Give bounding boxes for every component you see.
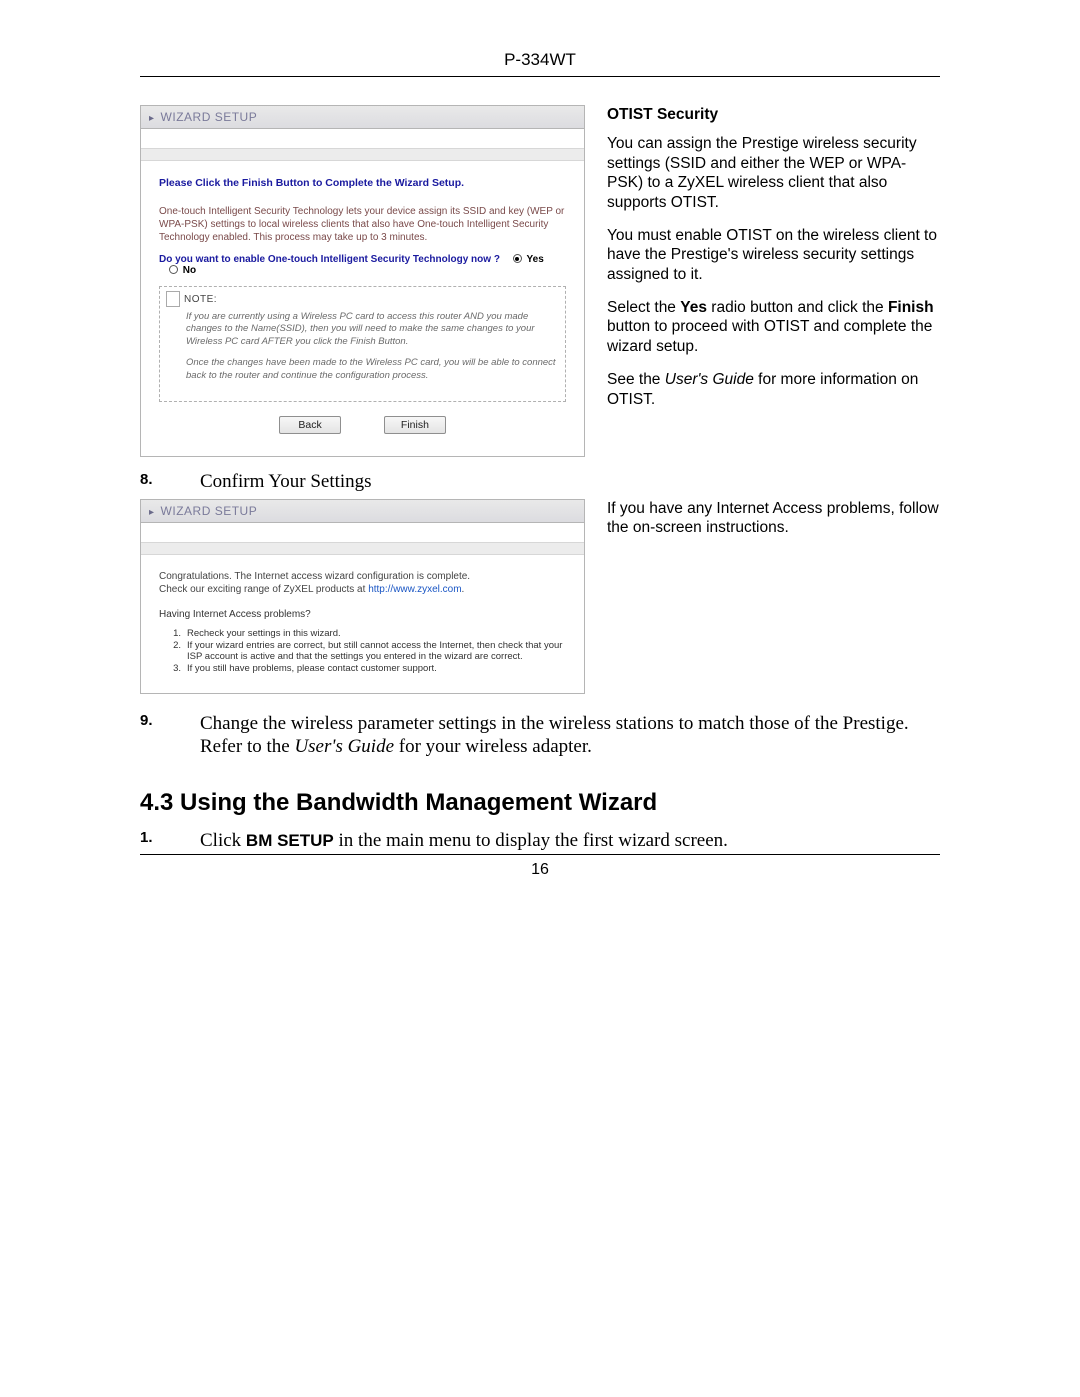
otist-p2: You must enable OTIST on the wireless cl… (607, 226, 940, 284)
wizard1-subbar (141, 129, 584, 149)
step9-ital: User's Guide (294, 736, 394, 757)
step-8-number: 8. (140, 471, 200, 493)
note-icon (166, 291, 180, 307)
wizard1-desc: One-touch Intelligent Security Technolog… (159, 205, 566, 244)
wizard2-line2-pre: Check our exciting range of ZyXEL produc… (159, 584, 368, 595)
note-text-1: If you are currently using a Wireless PC… (186, 311, 557, 349)
caret-icon: ▸ (149, 507, 155, 518)
note-label: NOTE: (184, 293, 557, 307)
wizard1-title: WIZARD SETUP (161, 110, 258, 124)
section-4-3-heading: 4.3 Using the Bandwidth Management Wizar… (140, 789, 940, 817)
s431-bold: BM SETUP (246, 831, 334, 850)
step-4-3-1: 1. Click BM SETUP in the main menu to di… (140, 829, 940, 853)
s431-pre: Click (200, 830, 246, 851)
s431-post: in the main menu to display the first wi… (334, 830, 728, 851)
note-text-2: Once the changes have been made to the W… (186, 357, 557, 383)
wizard1-question: Do you want to enable One-touch Intellig… (159, 254, 500, 265)
wizard2-line2: Check our exciting range of ZyXEL produc… (159, 584, 566, 595)
wizard2-subbar (141, 523, 584, 543)
wizard1-titlebar: ▸ WIZARD SETUP (141, 106, 584, 129)
wizard2-subbar2 (141, 543, 584, 555)
wizard2-li2: 2.If your wizard entries are correct, bu… (159, 640, 566, 662)
otist-p3-finish: Finish (888, 299, 934, 316)
footer-rule (140, 854, 940, 855)
radio-yes[interactable] (513, 254, 522, 263)
wizard1-subbar2 (141, 149, 584, 161)
finish-button[interactable]: Finish (384, 416, 446, 434)
otist-p1: You can assign the Prestige wireless sec… (607, 134, 940, 212)
otist-heading: OTIST Security (607, 105, 940, 124)
wizard2-link[interactable]: http://www.zyxel.com (368, 584, 461, 595)
wizard2-li1: 1.Recheck your settings in this wizard. (159, 628, 566, 639)
header-rule (140, 76, 940, 77)
wizard-setup-panel-1: ▸ WIZARD SETUP Please Click the Finish Bu… (140, 105, 585, 457)
page-footer: 16 (0, 854, 1080, 879)
step-4-3-1-text: Click BM SETUP in the main menu to displ… (200, 829, 940, 853)
step-9-number: 9. (140, 712, 200, 760)
wizard2-title: WIZARD SETUP (161, 504, 258, 518)
back-button[interactable]: Back (279, 416, 341, 434)
step-8: 8. Confirm Your Settings (140, 471, 940, 493)
otist-p4-ital: User's Guide (665, 371, 754, 388)
step-9: 9. Change the wireless parameter setting… (140, 712, 940, 760)
wizard2-li3: 3.If you still have problems, please con… (159, 663, 566, 674)
wizard1-note: NOTE: If you are currently using a Wirel… (159, 286, 566, 402)
step-9-text: Change the wireless parameter settings i… (200, 712, 940, 760)
step-4-3-1-number: 1. (140, 829, 200, 853)
wizard1-question-row: Do you want to enable One-touch Intellig… (159, 254, 566, 276)
otist-p3-yes: Yes (680, 299, 707, 316)
wizard2-line1: Congratulations. The Internet access wiz… (159, 571, 566, 582)
otist-p4: See the User's Guide for more informatio… (607, 370, 940, 409)
opt-no-label: No (183, 265, 196, 276)
otist-p3-post: button to proceed with OTIST and complet… (607, 318, 932, 354)
page-header-model: P-334WT (140, 50, 940, 70)
otist-p4-pre: See the (607, 371, 665, 388)
otist-p3-pre: Select the (607, 299, 680, 316)
wizard2-line2-post: . (462, 584, 465, 595)
wizard-setup-panel-2: ▸ WIZARD SETUP Congratulations. The Inter… (140, 499, 585, 694)
confirm-side-text: If you have any Internet Access problems… (607, 499, 940, 538)
wizard2-titlebar: ▸ WIZARD SETUP (141, 500, 584, 523)
wizard1-headline: Please Click the Finish Button to Comple… (159, 177, 566, 189)
step9-post: for your wireless adapter. (394, 736, 592, 757)
otist-p3: Select the Yes radio button and click th… (607, 298, 940, 356)
otist-p3-mid: radio button and click the (707, 299, 888, 316)
page-number: 16 (0, 861, 1080, 879)
wizard2-list: 1.Recheck your settings in this wizard. … (159, 628, 566, 674)
step-8-title: Confirm Your Settings (200, 471, 372, 493)
opt-yes-label: Yes (527, 254, 544, 265)
radio-no[interactable] (169, 265, 178, 274)
wizard2-problems: Having Internet Access problems? (159, 609, 566, 620)
caret-icon: ▸ (149, 113, 155, 124)
